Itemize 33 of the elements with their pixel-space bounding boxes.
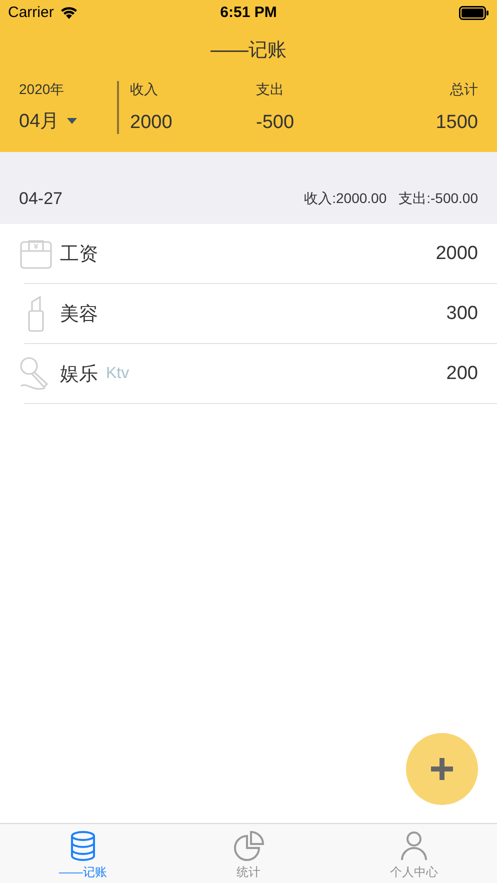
summary-label: 总计 xyxy=(450,81,478,99)
wifi-icon xyxy=(60,6,78,19)
summary-value: 1500 xyxy=(436,112,478,134)
tab-item[interactable]: ——记账 xyxy=(0,824,166,883)
day-date: 04-27 xyxy=(19,189,64,209)
category-name: 娱乐 xyxy=(60,363,98,387)
entry-amount: 200 xyxy=(446,363,478,385)
database-icon xyxy=(70,831,96,861)
month-picker[interactable]: 04月 xyxy=(19,108,78,134)
entry-amount: 300 xyxy=(446,303,478,325)
year-label: 2020年 xyxy=(19,81,66,99)
screen-title: ——记账 xyxy=(210,39,286,63)
battery-icon xyxy=(459,6,489,20)
tab-item[interactable]: 个人中心 xyxy=(331,824,497,883)
entry-amount: 2000 xyxy=(436,243,478,265)
plus-icon xyxy=(429,756,455,782)
wallet-icon xyxy=(20,239,52,269)
carrier-name: Carrier xyxy=(8,4,54,21)
summary-label: 支出 xyxy=(256,81,285,99)
caret-icon xyxy=(67,118,78,124)
entry-note: Ktv xyxy=(106,365,130,383)
category-name: 工资 xyxy=(60,243,98,267)
category-name: 美容 xyxy=(60,302,98,327)
summary-value: -500 xyxy=(256,112,296,134)
clock-time: 6:51 PM xyxy=(220,4,277,21)
summary-value: 2000 xyxy=(130,112,174,134)
pie-chart-icon xyxy=(234,831,264,861)
day-income: 收入:2000.00 xyxy=(304,190,387,208)
lipstick-icon xyxy=(27,296,45,332)
summary-label: 收入 xyxy=(130,81,159,99)
tab-item[interactable]: 统计 xyxy=(166,824,332,883)
person-icon xyxy=(400,831,428,861)
day-expense: 支出:-500.00 xyxy=(398,190,478,208)
